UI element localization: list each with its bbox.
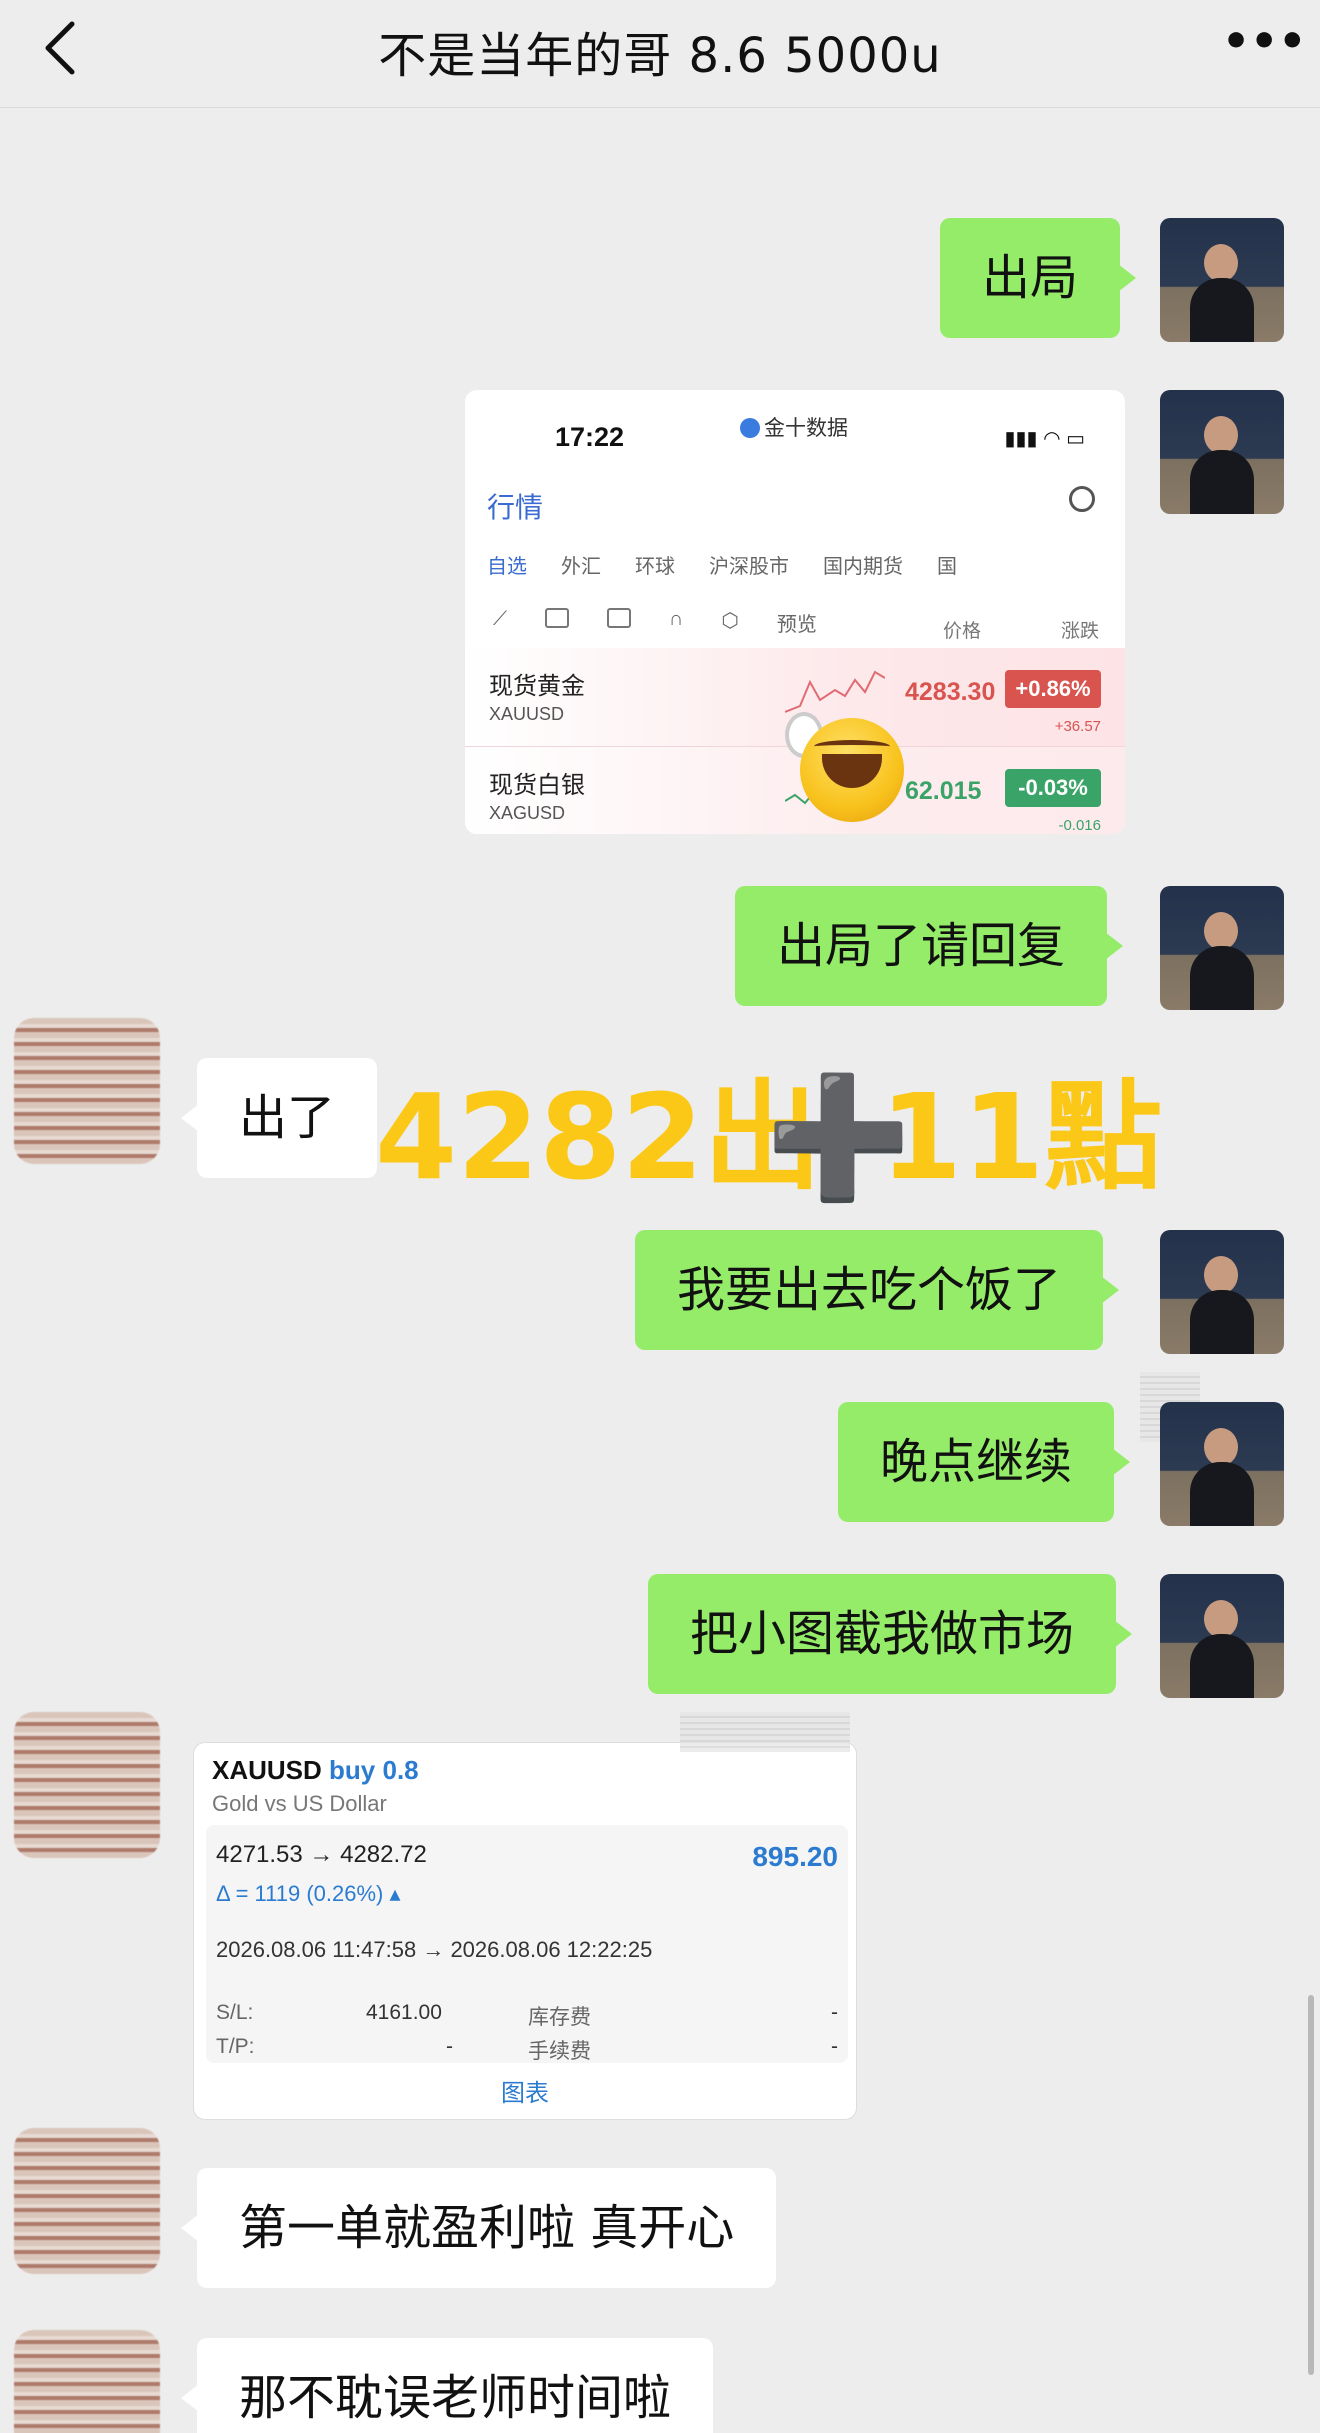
message-bubble-sent[interactable]: 把小图截我做市场 [648,1574,1133,1694]
app-badge: 金十数据 [740,412,848,442]
sl-value: 4161.00 [366,2001,442,2024]
percent-badge: -0.03% [1005,769,1101,807]
contact-avatar[interactable] [14,2330,160,2433]
my-avatar[interactable] [1160,1574,1284,1698]
quote-screenshot-message[interactable]: 17:22 金十数据 ▮▮▮ ◠ ▭ 行情 自选 外汇 环球 沪深股市 国内期货… [465,390,1125,834]
tp-value: - [446,2035,453,2058]
view-toolbar: ⟋ ∩ ⬡ 预览 [493,608,817,636]
col-price: 价格 [942,621,981,642]
status-time: 17:22 [555,422,625,452]
trade-dates: 2026.08.06 11:47:58 → 2026.08.06 12:22:2… [216,1937,653,1962]
contact-avatar[interactable] [14,2128,160,2274]
trade-screenshot-message[interactable]: XAUUSD buy 0.8 Gold vs US Dollar 4271.53… [193,1742,857,2120]
line-chart-icon: ⟋ [493,608,507,630]
message-bubble-sent[interactable]: 出局了请回复 [735,886,1124,1006]
chat-header: 不是当年的哥 8.6 5000u ••• [0,0,1320,108]
tab-a-shares: 沪深股市 [709,556,789,578]
instrument-code: XAGUSD [489,803,566,823]
my-avatar[interactable] [1160,390,1284,514]
message-bubble-sent[interactable]: 我要出去吃个饭了 [635,1230,1120,1350]
message-bubble-received[interactable]: 那不耽误老师时间啦 [180,2338,714,2433]
list-view-icon [545,608,569,628]
market-tabs: 自选 外汇 环球 沪深股市 国内期货 国 [487,550,957,579]
section-title: 行情 [487,492,544,523]
chart-link[interactable]: 图表 [194,2073,856,2108]
profit-value: 895.20 [752,1841,838,1872]
hexagon-icon: ⬡ [721,610,739,632]
storage-value: - [831,2001,838,2024]
trade-header: XAUUSD buy 0.8 [212,1755,419,1785]
preview-label: 预览 [776,614,817,636]
fee-label: 手续费 [528,2040,591,2063]
message-bubble-sent[interactable]: 晚点继续 [838,1402,1131,1522]
fee-value: - [831,2035,838,2058]
instrument-code: XAUUSD [489,704,565,724]
tab-forex: 外汇 [561,556,601,578]
search-icon [1069,486,1095,512]
sl-label: S/L: [216,2001,254,2024]
grid-view-icon [607,608,631,628]
app-icon [740,418,760,438]
column-headers: 价格 涨跌 [943,616,1099,643]
tab-global: 环球 [635,556,675,578]
delta-value: Δ = 1119 (0.26%) ▴ [216,1881,401,1906]
contact-avatar[interactable] [14,1018,160,1164]
entry-exit-prices: 4271.53 → 4282.72 [216,1841,427,1868]
message-bubble-received[interactable]: 出了 [180,1058,378,1178]
percent-badge: +0.86% [1005,670,1101,708]
scrollbar[interactable] [1308,1995,1314,2375]
instrument-name: 现货白银 [489,772,585,799]
change-value: +36.57 [1054,718,1101,735]
storage-label: 库存费 [528,2006,591,2029]
my-avatar[interactable] [1160,1230,1284,1354]
my-avatar[interactable] [1160,1402,1284,1526]
instrument-name: 现货黄金 [489,673,585,700]
instrument-price: 62.015 [905,777,982,805]
more-icon[interactable]: ••• [1222,20,1306,64]
message-bubble-sent[interactable]: 出局 [940,218,1137,338]
overlay-points: 11點 [880,1068,1163,1206]
laughing-emoji-icon [800,718,904,822]
instrument-price: 4283.30 [905,678,996,706]
tp-label: T/P: [216,2035,255,2058]
contact-avatar[interactable] [14,1712,160,1858]
message-bubble-received[interactable]: 第一单就盈利啦 真开心 [180,2168,777,2288]
tab-futures: 国内期货 [823,556,903,578]
col-change: 涨跌 [1060,621,1099,642]
quote-row: 现货白银 XAGUSD 62.015 -0.03% -0.016 [465,746,1125,834]
headphones-icon: ∩ [669,608,684,630]
chat-title: 不是当年的哥 8.6 5000u [378,28,942,84]
blur-mosaic [680,1712,850,1752]
instrument-desc: Gold vs US Dollar [212,1791,387,1816]
my-avatar[interactable] [1160,218,1284,342]
overlay-exit-price: 4282出 [375,1068,822,1206]
tab-more: 国 [937,556,957,578]
tab-favorites: 自选 [487,556,527,578]
change-value: -0.016 [1058,817,1101,834]
trade-details-panel: 4271.53 → 4282.72 895.20 Δ = 1119 (0.26%… [206,1825,848,2063]
my-avatar[interactable] [1160,886,1284,1010]
status-icons: ▮▮▮ ◠ ▭ [1004,428,1085,450]
